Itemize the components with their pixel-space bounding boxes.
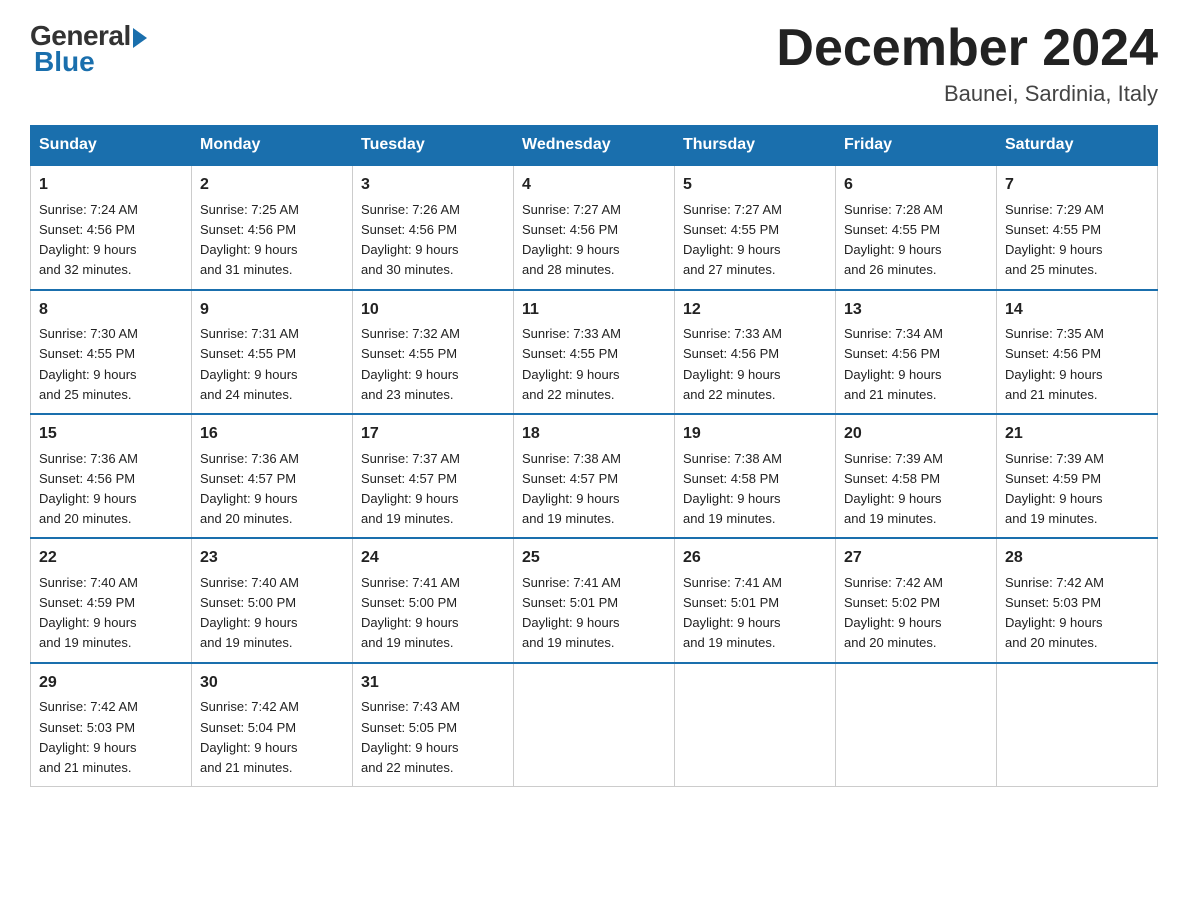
table-row: 4Sunrise: 7:27 AMSunset: 4:56 PMDaylight… xyxy=(514,165,675,289)
day-number: 29 xyxy=(39,671,183,696)
calendar-header-row: Sunday Monday Tuesday Wednesday Thursday… xyxy=(31,126,1158,166)
table-row: 19Sunrise: 7:38 AMSunset: 4:58 PMDayligh… xyxy=(675,414,836,538)
header-monday: Monday xyxy=(192,126,353,166)
table-row xyxy=(514,663,675,787)
table-row: 28Sunrise: 7:42 AMSunset: 5:03 PMDayligh… xyxy=(997,538,1158,662)
table-row: 16Sunrise: 7:36 AMSunset: 4:57 PMDayligh… xyxy=(192,414,353,538)
table-row: 17Sunrise: 7:37 AMSunset: 4:57 PMDayligh… xyxy=(353,414,514,538)
day-number: 9 xyxy=(200,298,344,323)
location-text: Baunei, Sardinia, Italy xyxy=(776,81,1158,107)
table-row: 31Sunrise: 7:43 AMSunset: 5:05 PMDayligh… xyxy=(353,663,514,787)
day-number: 28 xyxy=(1005,546,1149,571)
day-number: 12 xyxy=(683,298,827,323)
title-block: December 2024 Baunei, Sardinia, Italy xyxy=(776,20,1158,107)
day-number: 5 xyxy=(683,173,827,198)
day-number: 15 xyxy=(39,422,183,447)
table-row: 23Sunrise: 7:40 AMSunset: 5:00 PMDayligh… xyxy=(192,538,353,662)
calendar-table: Sunday Monday Tuesday Wednesday Thursday… xyxy=(30,125,1158,787)
day-number: 23 xyxy=(200,546,344,571)
day-number: 26 xyxy=(683,546,827,571)
header-saturday: Saturday xyxy=(997,126,1158,166)
day-number: 7 xyxy=(1005,173,1149,198)
table-row: 3Sunrise: 7:26 AMSunset: 4:56 PMDaylight… xyxy=(353,165,514,289)
header-thursday: Thursday xyxy=(675,126,836,166)
table-row: 8Sunrise: 7:30 AMSunset: 4:55 PMDaylight… xyxy=(31,290,192,414)
day-number: 10 xyxy=(361,298,505,323)
table-row: 13Sunrise: 7:34 AMSunset: 4:56 PMDayligh… xyxy=(836,290,997,414)
day-number: 2 xyxy=(200,173,344,198)
table-row: 20Sunrise: 7:39 AMSunset: 4:58 PMDayligh… xyxy=(836,414,997,538)
table-row: 6Sunrise: 7:28 AMSunset: 4:55 PMDaylight… xyxy=(836,165,997,289)
page-header: General Blue December 2024 Baunei, Sardi… xyxy=(30,20,1158,107)
table-row: 7Sunrise: 7:29 AMSunset: 4:55 PMDaylight… xyxy=(997,165,1158,289)
table-row xyxy=(836,663,997,787)
day-number: 4 xyxy=(522,173,666,198)
day-number: 22 xyxy=(39,546,183,571)
day-number: 1 xyxy=(39,173,183,198)
header-tuesday: Tuesday xyxy=(353,126,514,166)
day-number: 13 xyxy=(844,298,988,323)
calendar-week-row: 8Sunrise: 7:30 AMSunset: 4:55 PMDaylight… xyxy=(31,290,1158,414)
header-sunday: Sunday xyxy=(31,126,192,166)
day-number: 24 xyxy=(361,546,505,571)
calendar-week-row: 15Sunrise: 7:36 AMSunset: 4:56 PMDayligh… xyxy=(31,414,1158,538)
logo: General Blue xyxy=(30,20,147,78)
day-number: 27 xyxy=(844,546,988,571)
day-number: 11 xyxy=(522,298,666,323)
month-title: December 2024 xyxy=(776,20,1158,77)
day-number: 20 xyxy=(844,422,988,447)
table-row: 21Sunrise: 7:39 AMSunset: 4:59 PMDayligh… xyxy=(997,414,1158,538)
day-number: 3 xyxy=(361,173,505,198)
table-row: 26Sunrise: 7:41 AMSunset: 5:01 PMDayligh… xyxy=(675,538,836,662)
table-row xyxy=(675,663,836,787)
table-row: 11Sunrise: 7:33 AMSunset: 4:55 PMDayligh… xyxy=(514,290,675,414)
day-number: 14 xyxy=(1005,298,1149,323)
day-number: 6 xyxy=(844,173,988,198)
table-row: 22Sunrise: 7:40 AMSunset: 4:59 PMDayligh… xyxy=(31,538,192,662)
table-row: 24Sunrise: 7:41 AMSunset: 5:00 PMDayligh… xyxy=(353,538,514,662)
table-row xyxy=(997,663,1158,787)
day-number: 21 xyxy=(1005,422,1149,447)
table-row: 1Sunrise: 7:24 AMSunset: 4:56 PMDaylight… xyxy=(31,165,192,289)
calendar-week-row: 29Sunrise: 7:42 AMSunset: 5:03 PMDayligh… xyxy=(31,663,1158,787)
table-row: 10Sunrise: 7:32 AMSunset: 4:55 PMDayligh… xyxy=(353,290,514,414)
day-number: 8 xyxy=(39,298,183,323)
logo-blue-text: Blue xyxy=(34,46,95,78)
table-row: 25Sunrise: 7:41 AMSunset: 5:01 PMDayligh… xyxy=(514,538,675,662)
table-row: 29Sunrise: 7:42 AMSunset: 5:03 PMDayligh… xyxy=(31,663,192,787)
calendar-week-row: 22Sunrise: 7:40 AMSunset: 4:59 PMDayligh… xyxy=(31,538,1158,662)
table-row: 14Sunrise: 7:35 AMSunset: 4:56 PMDayligh… xyxy=(997,290,1158,414)
day-number: 30 xyxy=(200,671,344,696)
header-friday: Friday xyxy=(836,126,997,166)
calendar-week-row: 1Sunrise: 7:24 AMSunset: 4:56 PMDaylight… xyxy=(31,165,1158,289)
table-row: 27Sunrise: 7:42 AMSunset: 5:02 PMDayligh… xyxy=(836,538,997,662)
table-row: 18Sunrise: 7:38 AMSunset: 4:57 PMDayligh… xyxy=(514,414,675,538)
table-row: 12Sunrise: 7:33 AMSunset: 4:56 PMDayligh… xyxy=(675,290,836,414)
day-number: 19 xyxy=(683,422,827,447)
day-number: 16 xyxy=(200,422,344,447)
day-number: 17 xyxy=(361,422,505,447)
logo-arrow-icon xyxy=(133,28,147,48)
day-number: 25 xyxy=(522,546,666,571)
day-number: 31 xyxy=(361,671,505,696)
table-row: 9Sunrise: 7:31 AMSunset: 4:55 PMDaylight… xyxy=(192,290,353,414)
table-row: 15Sunrise: 7:36 AMSunset: 4:56 PMDayligh… xyxy=(31,414,192,538)
table-row: 2Sunrise: 7:25 AMSunset: 4:56 PMDaylight… xyxy=(192,165,353,289)
table-row: 5Sunrise: 7:27 AMSunset: 4:55 PMDaylight… xyxy=(675,165,836,289)
day-number: 18 xyxy=(522,422,666,447)
header-wednesday: Wednesday xyxy=(514,126,675,166)
table-row: 30Sunrise: 7:42 AMSunset: 5:04 PMDayligh… xyxy=(192,663,353,787)
